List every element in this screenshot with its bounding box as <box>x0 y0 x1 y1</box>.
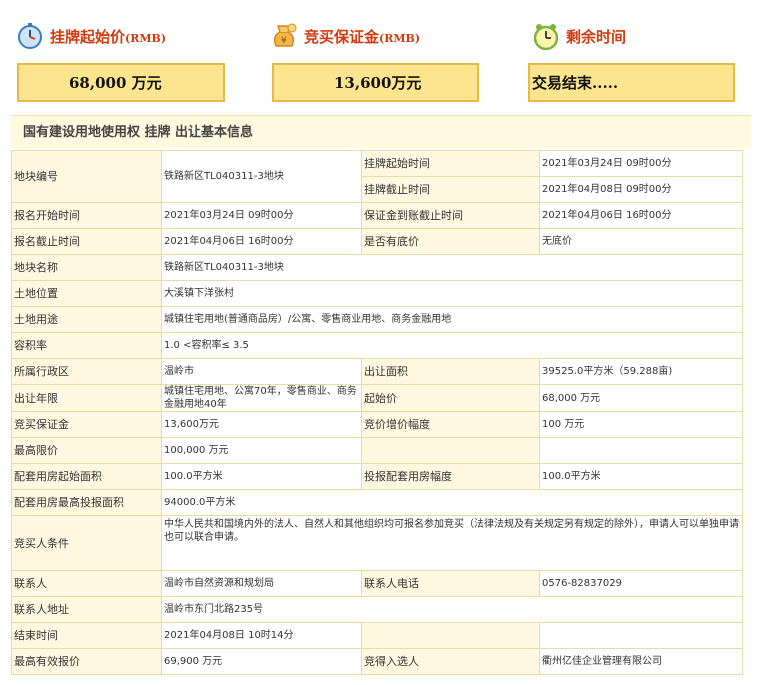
reg-end-label: 报名截止时间 <box>11 228 162 255</box>
table-row: 联系人 温岭市自然资源和规划局 联系人电话 0576-82837029 <box>11 570 743 597</box>
table-row: 报名开始时间 2021年03月24日 09时00分 保证金到账截止时间 2021… <box>11 202 743 229</box>
empty-cell <box>361 622 540 649</box>
stopwatch-icon <box>18 23 42 49</box>
table-row: 竞买人条件 中华人民共和国境内外的法人、自然人和其他组织均可报名参加竞买（法律法… <box>11 515 743 571</box>
max-price-value: 100,000 万元 <box>161 437 362 464</box>
table-row: 出让年限 城镇住宅用地、公寓70年，零售商业、商务金融用地40年 起始价 68,… <box>11 384 743 412</box>
far-value: 1.0 <容积率≤ 3.5 <box>161 332 743 359</box>
table-row: 结束时间 2021年04月08日 10时14分 <box>11 622 743 649</box>
listing-end-value: 2021年04月08日 09时00分 <box>539 176 743 203</box>
reg-start-value: 2021年03月24日 09时00分 <box>161 202 362 229</box>
deposit-box: 13,600万元 <box>272 63 479 102</box>
housing-increment-value: 100.0平方米 <box>539 463 743 490</box>
housing-start-label: 配套用房起始面积 <box>11 463 162 490</box>
bid-deposit-value: 13,600万元 <box>161 411 362 438</box>
phone-label: 联系人电话 <box>361 570 540 597</box>
clock-icon <box>533 24 559 50</box>
phone-value: 0576-82837029 <box>539 570 743 597</box>
remaining-time-title: 剩余时间 <box>566 27 627 46</box>
area-value: 39525.0平方米（59.288亩) <box>539 358 743 385</box>
contact-label: 联系人 <box>11 570 162 597</box>
table-row: 最高限价 100,000 万元 <box>11 437 743 464</box>
location-label: 土地位置 <box>11 280 162 307</box>
bid-deposit-label: 竞买保证金 <box>11 411 162 438</box>
start-price-value: 68,000 万元 <box>539 384 743 412</box>
address-label: 联系人地址 <box>11 596 162 623</box>
end-time-label: 结束时间 <box>11 622 162 649</box>
contact-value: 温岭市自然资源和规划局 <box>161 570 362 597</box>
listing-end-label: 挂牌截止时间 <box>361 176 540 203</box>
table-row: 土地用途 城镇住宅用地(普通商品房）/公寓、零售商业用地、商务金融用地 <box>11 306 743 333</box>
remaining-time-header: 剩余时间 <box>532 22 626 50</box>
table-row: 容积率 1.0 <容积率≤ 3.5 <box>11 332 743 359</box>
term-value: 城镇住宅用地、公寓70年，零售商业、商务金融用地40年 <box>161 384 362 412</box>
table-row: 地块编号 铁路新区TL040311-3地块 挂牌起始时间 2021年03月24日… <box>11 150 743 203</box>
parcel-name-label: 地块名称 <box>11 254 162 281</box>
conditions-value: 中华人民共和国境内外的法人、自然人和其他组织均可报名参加竞买（法律法规及有关规定… <box>161 515 743 571</box>
section-title: 国有建设用地使用权 挂牌 出让基本信息 <box>11 115 751 148</box>
winner-value: 衢州亿佳企业管理有限公司 <box>539 648 743 675</box>
housing-start-value: 100.0平方米 <box>161 463 362 490</box>
table-row: 土地位置 大溪镇下洋张村 <box>11 280 743 307</box>
district-value: 温岭市 <box>161 358 362 385</box>
money-bag-icon: ¥ <box>273 23 297 47</box>
top-bid-label: 最高有效报价 <box>11 648 162 675</box>
table-row: 配套用房最高投报面积 94000.0平方米 <box>11 489 743 516</box>
reserve-label: 是否有底价 <box>361 228 540 255</box>
deposit-header: ¥ 竞买保证金(RMB) <box>270 22 420 50</box>
table-row: 配套用房起始面积 100.0平方米 投报配套用房幅度 100.0平方米 <box>11 463 743 490</box>
empty-cell <box>539 622 743 649</box>
land-use-label: 土地用途 <box>11 306 162 333</box>
empty-cell <box>539 437 743 464</box>
table-row: 地块名称 铁路新区TL040311-3地块 <box>11 254 743 281</box>
deposit-deadline-label: 保证金到账截止时间 <box>361 202 540 229</box>
start-price-label: 起始价 <box>361 384 540 412</box>
address-value: 温岭市东门北路235号 <box>161 596 743 623</box>
parcel-name-value: 铁路新区TL040311-3地块 <box>161 254 743 281</box>
housing-max-label: 配套用房最高投报面积 <box>11 489 162 516</box>
start-price-header: 挂牌起始价(RMB) <box>16 22 166 50</box>
far-label: 容积率 <box>11 332 162 359</box>
reg-end-value: 2021年04月06日 16时00分 <box>161 228 362 255</box>
housing-max-value: 94000.0平方米 <box>161 489 743 516</box>
reserve-value: 无底价 <box>539 228 743 255</box>
start-price-box: 68,000 万元 <box>17 63 225 102</box>
empty-cell <box>361 437 540 464</box>
table-row: 竞买保证金 13,600万元 竞价增价幅度 100 万元 <box>11 411 743 438</box>
location-value: 大溪镇下洋张村 <box>161 280 743 307</box>
table-row: 所属行政区 温岭市 出让面积 39525.0平方米（59.288亩) <box>11 358 743 385</box>
max-price-label: 最高限价 <box>11 437 162 464</box>
end-time-value: 2021年04月08日 10时14分 <box>161 622 362 649</box>
conditions-label: 竞买人条件 <box>11 515 162 571</box>
info-table: 地块编号 铁路新区TL040311-3地块 挂牌起始时间 2021年03月24日… <box>11 150 743 675</box>
area-label: 出让面积 <box>361 358 540 385</box>
remaining-time-box: 交易结束..... <box>528 63 735 102</box>
district-label: 所属行政区 <box>11 358 162 385</box>
winner-label: 竞得入选人 <box>361 648 540 675</box>
deposit-deadline-value: 2021年04月06日 16时00分 <box>539 202 743 229</box>
start-price-title: 挂牌起始价(RMB) <box>50 27 167 46</box>
table-row: 联系人地址 温岭市东门北路235号 <box>11 596 743 623</box>
listing-start-value: 2021年03月24日 09时00分 <box>539 150 743 177</box>
reg-start-label: 报名开始时间 <box>11 202 162 229</box>
deposit-title: 竞买保证金(RMB) <box>304 27 421 46</box>
increment-value: 100 万元 <box>539 411 743 438</box>
parcel-no-label: 地块编号 <box>11 150 162 203</box>
increment-label: 竞价增价幅度 <box>361 411 540 438</box>
parcel-no-value: 铁路新区TL040311-3地块 <box>161 150 362 203</box>
table-row: 最高有效报价 69,900 万元 竞得入选人 衢州亿佳企业管理有限公司 <box>11 648 743 675</box>
top-bid-value: 69,900 万元 <box>161 648 362 675</box>
listing-start-label: 挂牌起始时间 <box>361 150 540 177</box>
term-label: 出让年限 <box>11 384 162 412</box>
housing-increment-label: 投报配套用房幅度 <box>361 463 540 490</box>
svg-text:¥: ¥ <box>281 36 287 46</box>
table-row: 报名截止时间 2021年04月06日 16时00分 是否有底价 无底价 <box>11 228 743 255</box>
land-use-value: 城镇住宅用地(普通商品房）/公寓、零售商业用地、商务金融用地 <box>161 306 743 333</box>
